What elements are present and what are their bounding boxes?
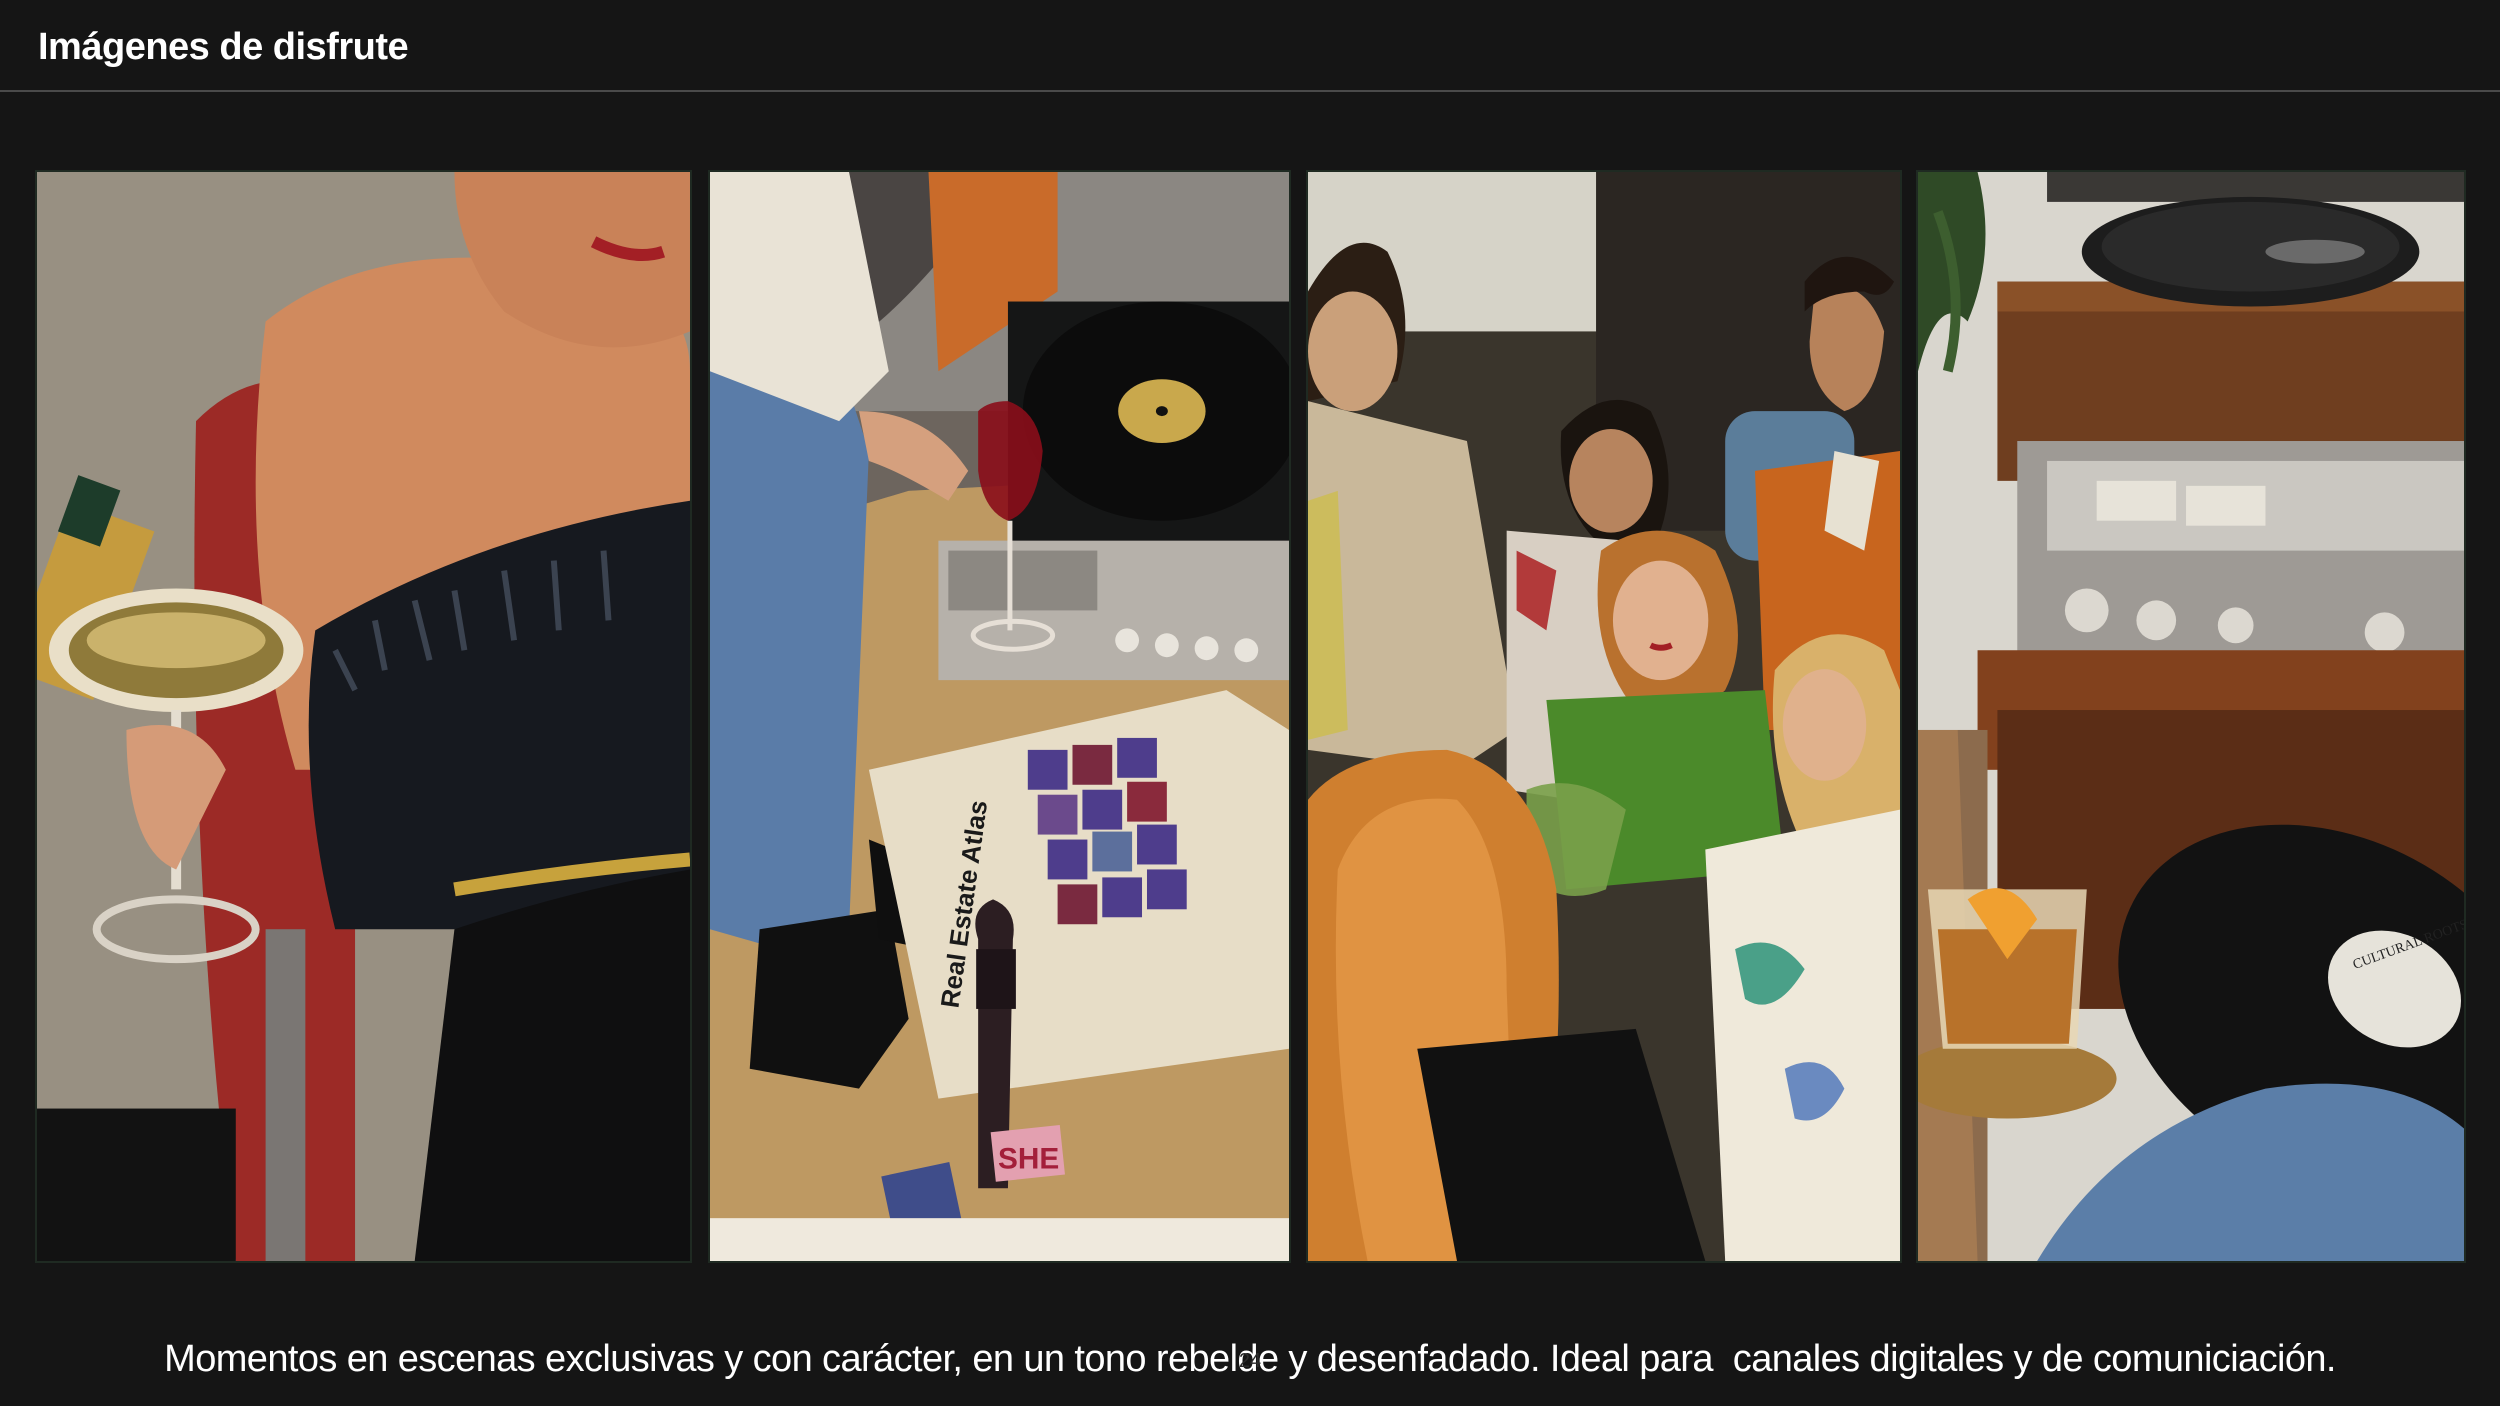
bottle-label-text: SHE bbox=[998, 1142, 1059, 1175]
group-of-friends-photo bbox=[1306, 170, 1902, 1263]
page-title: Imágenes de disfrute bbox=[38, 26, 409, 68]
slide: Imágenes de disfrute Real Estate Atlas S… bbox=[0, 0, 2500, 1406]
turntable-vinyl-photo: CULTURAL ROOTS bbox=[1916, 170, 2466, 1263]
header: Imágenes de disfrute bbox=[0, 0, 2500, 90]
woman-with-champagne-photo bbox=[35, 170, 692, 1263]
record-player-wine-photo: Real Estate Atlas SHE bbox=[708, 170, 1291, 1263]
page-number: 24 bbox=[1238, 1350, 1262, 1372]
header-divider bbox=[0, 90, 2500, 92]
